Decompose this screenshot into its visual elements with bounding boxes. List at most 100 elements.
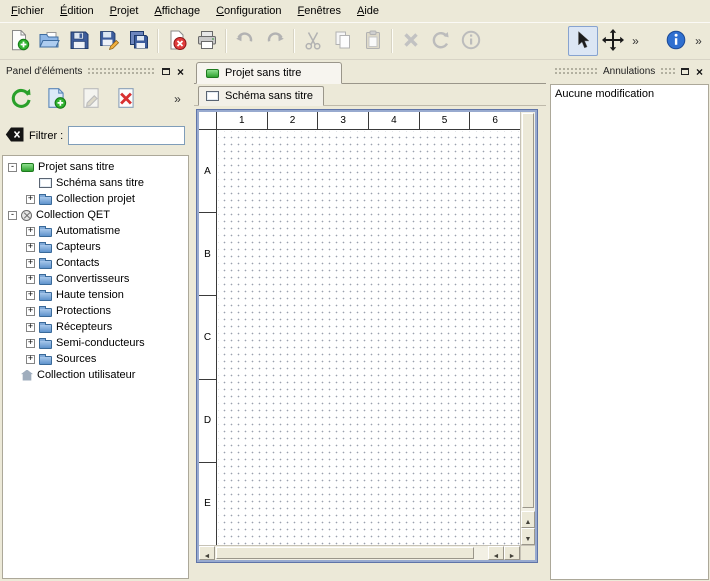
toolbar-separator <box>391 29 393 53</box>
scroll-up-button[interactable] <box>521 511 535 528</box>
print-button[interactable] <box>192 26 222 56</box>
menu-fenetres[interactable]: Fenêtres <box>291 2 348 20</box>
horizontal-scrollbar[interactable] <box>199 545 520 560</box>
paste-button[interactable] <box>358 26 388 56</box>
filter-input[interactable] <box>68 126 185 145</box>
tree-item-collection-qet[interactable]: Collection QET <box>3 207 188 223</box>
close-panel-button[interactable] <box>173 64 188 78</box>
close-file-button[interactable] <box>162 26 192 56</box>
scroll-right-button[interactable] <box>504 546 520 560</box>
schema-drawing-grid[interactable] <box>218 131 520 545</box>
expand-icon[interactable] <box>26 195 35 204</box>
delete-x-icon <box>400 29 422 54</box>
tree-item-convertisseurs[interactable]: Convertisseurs <box>3 271 188 287</box>
tree-item-semi-conducteurs[interactable]: Semi-conducteurs <box>3 335 188 351</box>
save-button[interactable] <box>64 26 94 56</box>
collapse-icon[interactable] <box>8 211 17 220</box>
select-mode-button[interactable] <box>568 26 598 56</box>
save-icon <box>68 29 90 54</box>
tree-item-label: Contacts <box>56 257 99 269</box>
tree-item-haute-tension[interactable]: Haute tension <box>3 287 188 303</box>
undo-button[interactable] <box>230 26 260 56</box>
column-label: 3 <box>317 112 368 129</box>
tree-item-sources[interactable]: Sources <box>3 351 188 367</box>
delete-element-icon <box>114 86 138 113</box>
expand-icon[interactable] <box>26 323 35 332</box>
redo-button[interactable] <box>260 26 290 56</box>
expand-icon[interactable] <box>26 307 35 316</box>
edit-element-button[interactable] <box>76 84 106 114</box>
tree-item-schema[interactable]: Schéma sans titre <box>3 175 188 191</box>
expand-icon[interactable] <box>26 243 35 252</box>
mdi-area: 1 2 3 4 5 6 A B C D E <box>194 106 546 581</box>
tree-item-label: Collection projet <box>56 193 135 205</box>
save-as-button[interactable] <box>94 26 124 56</box>
rotate-button[interactable] <box>426 26 456 56</box>
vertical-scrollbar[interactable] <box>520 112 535 545</box>
horizontal-scrollbar-thumb[interactable] <box>216 547 474 559</box>
folder-icon <box>39 356 52 365</box>
open-file-button[interactable] <box>34 26 64 56</box>
delete-button[interactable] <box>396 26 426 56</box>
elements-panel-dock: Panel d'éléments » <box>0 60 191 581</box>
expand-icon[interactable] <box>26 227 35 236</box>
undo-empty-message: Aucune modification <box>555 88 704 100</box>
save-all-button[interactable] <box>124 26 154 56</box>
close-panel-button[interactable] <box>692 64 707 78</box>
new-file-icon <box>8 29 30 54</box>
tree-item-label: Projet sans titre <box>38 161 114 173</box>
menu-edition[interactable]: Édition <box>53 2 101 20</box>
expand-icon[interactable] <box>26 259 35 268</box>
dock-handle[interactable] <box>660 67 675 76</box>
cut-button[interactable] <box>298 26 328 56</box>
scroll-left-button-2[interactable] <box>488 546 504 560</box>
tree-item-project[interactable]: Projet sans titre <box>3 159 188 175</box>
element-info-button[interactable] <box>456 26 486 56</box>
expand-icon[interactable] <box>26 275 35 284</box>
collapse-icon[interactable] <box>8 163 17 172</box>
new-element-button[interactable] <box>41 84 71 114</box>
tree-item-contacts[interactable]: Contacts <box>3 255 188 271</box>
float-panel-button[interactable] <box>158 64 173 78</box>
toolbar-overflow-button-right[interactable]: » <box>691 26 706 56</box>
menu-aide[interactable]: Aide <box>350 2 386 20</box>
reload-collections-button[interactable] <box>6 84 36 114</box>
vertical-scrollbar-thumb[interactable] <box>522 113 534 508</box>
column-header: 1 2 3 4 5 6 <box>199 112 520 130</box>
toolbar-overflow-button[interactable]: » <box>628 26 643 56</box>
dock-handle[interactable] <box>87 67 156 76</box>
pan-mode-button[interactable] <box>598 26 628 56</box>
menu-projet[interactable]: Projet <box>103 2 146 20</box>
filter-row: Filtrer : <box>0 126 191 145</box>
menu-affichage[interactable]: Affichage <box>147 2 207 20</box>
expand-icon[interactable] <box>26 339 35 348</box>
expand-icon[interactable] <box>26 355 35 364</box>
menu-configuration[interactable]: Configuration <box>209 2 288 20</box>
menu-fichier[interactable]: Fichier <box>4 2 51 20</box>
tree-item-protections[interactable]: Protections <box>3 303 188 319</box>
expand-icon[interactable] <box>26 291 35 300</box>
clear-filter-button[interactable] <box>5 127 24 145</box>
tree-item-capteurs[interactable]: Capteurs <box>3 239 188 255</box>
tree-item-recepteurs[interactable]: Récepteurs <box>3 319 188 335</box>
scroll-down-button[interactable] <box>521 528 535 545</box>
scroll-left-button[interactable] <box>199 546 215 560</box>
new-file-button[interactable] <box>4 26 34 56</box>
tree-item-automatisme[interactable]: Automatisme <box>3 223 188 239</box>
schema-icon <box>39 178 52 188</box>
row-header: A B C D E <box>199 130 217 545</box>
copy-button[interactable] <box>328 26 358 56</box>
edit-element-icon <box>79 86 103 113</box>
tree-item-label: Protections <box>56 305 111 317</box>
float-panel-button[interactable] <box>677 64 692 78</box>
delete-element-button[interactable] <box>111 84 141 114</box>
tree-item-label: Schéma sans titre <box>56 177 144 189</box>
about-info-button[interactable] <box>661 26 691 56</box>
project-tab[interactable]: Projet sans titre <box>196 62 342 84</box>
rotate-icon <box>430 29 452 54</box>
tree-item-collection-utilisateur[interactable]: Collection utilisateur <box>3 367 188 383</box>
panel-toolbar-overflow-button[interactable]: » <box>170 84 185 114</box>
schema-tab[interactable]: Schéma sans titre <box>198 86 324 106</box>
dock-handle[interactable] <box>554 67 598 76</box>
tree-item-collection-projet[interactable]: Collection projet <box>3 191 188 207</box>
